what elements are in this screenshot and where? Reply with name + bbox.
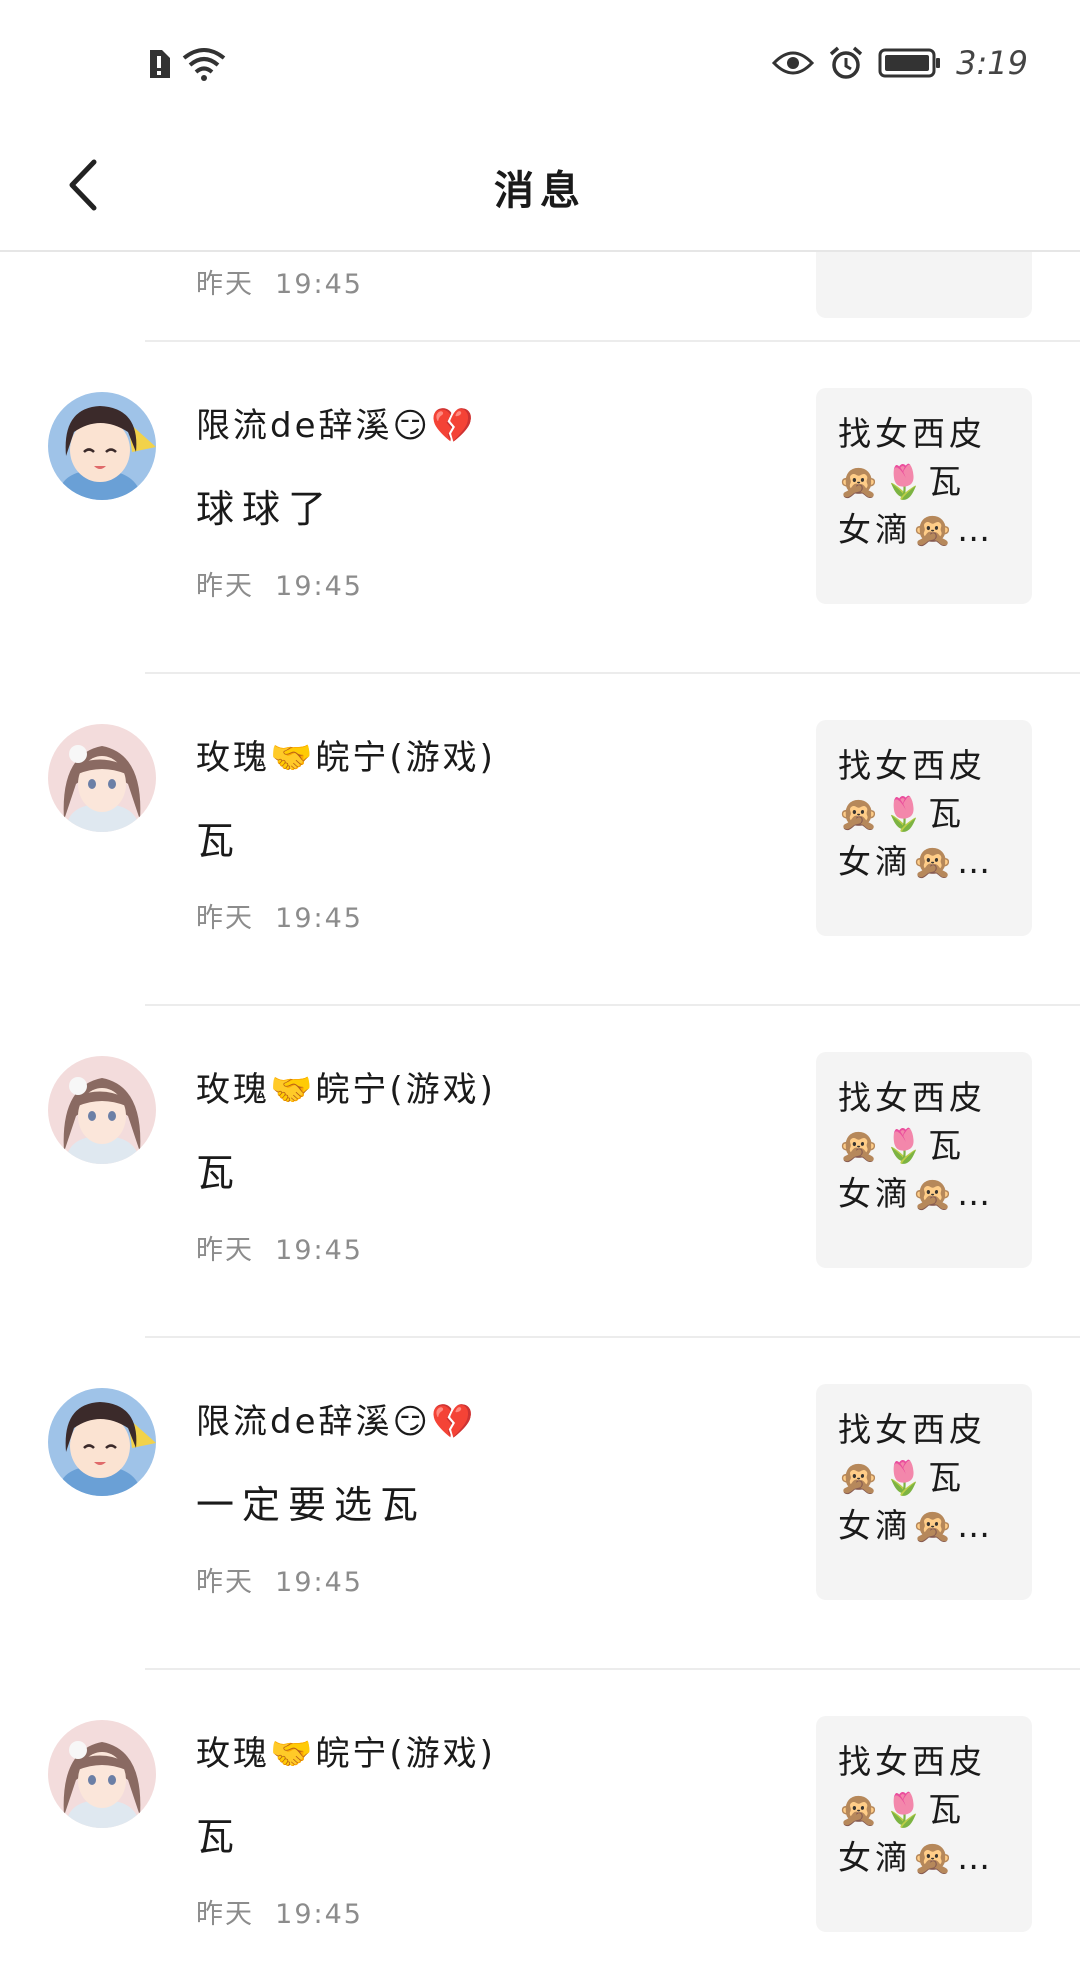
wifi-icon — [182, 48, 226, 81]
status-right: 3:19 — [772, 44, 1028, 82]
contact-name: 玫瑰🤝皖宁(游戏) — [196, 1070, 496, 1110]
item-thumbnail[interactable]: 找女西皮 🙊🌷瓦 女滴🙊… — [816, 1384, 1032, 1600]
avatar[interactable] — [48, 1056, 156, 1164]
list-item-partial[interactable]: 昨天 19:45 — [0, 252, 1080, 340]
list-item[interactable]: 限流de辞溪😏💔 球球了 昨天 19:45 找女西皮 🙊🌷瓦 女滴🙊… — [0, 342, 1080, 672]
item-clock: 19:45 — [275, 571, 363, 602]
header: 消息 — [0, 120, 1080, 252]
item-date: 昨天 — [196, 1567, 254, 1598]
list-item[interactable]: 玫瑰🤝皖宁(游戏) 瓦 昨天 19:45 找女西皮 🙊🌷瓦 女滴🙊… — [0, 674, 1080, 1004]
thumb-line: 找女西皮 — [838, 414, 986, 453]
thumb-line: 找女西皮 — [838, 1742, 986, 1781]
item-thumbnail[interactable]: 找女西皮 🙊🌷瓦 女滴🙊… — [816, 1052, 1032, 1268]
message-preview: 瓦 — [196, 819, 243, 863]
contact-name: 限流de辞溪😏💔 — [196, 406, 477, 446]
thumb-line: 找女西皮 — [838, 1078, 986, 1117]
status-left — [146, 46, 226, 82]
item-date: 昨天 — [196, 269, 254, 300]
avatar[interactable] — [48, 724, 156, 832]
alarm-icon — [830, 46, 863, 79]
item-thumbnail[interactable] — [816, 252, 1032, 318]
thumb-line: 女滴🙊… — [838, 842, 995, 881]
item-time: 昨天 19:45 — [196, 1560, 363, 1599]
thumb-line: 🙊🌷瓦 — [838, 462, 966, 501]
item-time: 昨天 19:45 — [196, 262, 363, 301]
message-preview: 球球了 — [196, 487, 335, 531]
thumb-line: 女滴🙊… — [838, 1174, 995, 1213]
thumb-line: 女滴🙊… — [838, 1838, 995, 1877]
message-preview: 瓦 — [196, 1151, 243, 1195]
list-item[interactable]: 限流de辞溪😏💔 一定要选瓦 昨天 19:45 找女西皮 🙊🌷瓦 女滴🙊… — [0, 1338, 1080, 1668]
item-clock: 19:45 — [275, 1567, 363, 1598]
item-date: 昨天 — [196, 903, 254, 934]
thumb-line: 找女西皮 — [838, 746, 986, 785]
contact-name: 限流de辞溪😏💔 — [196, 1402, 477, 1442]
list-item[interactable]: 玫瑰🤝皖宁(游戏) 瓦 昨天 19:45 找女西皮 🙊🌷瓦 女滴🙊… — [0, 1006, 1080, 1336]
thumb-line: 🙊🌷瓦 — [838, 1790, 966, 1829]
eye-icon — [772, 51, 815, 75]
thumb-line: 🙊🌷瓦 — [838, 1126, 966, 1165]
list-item[interactable]: 玫瑰🤝皖宁(游戏) 瓦 昨天 19:45 找女西皮 🙊🌷瓦 女滴🙊… — [0, 1670, 1080, 1986]
item-thumbnail[interactable]: 找女西皮 🙊🌷瓦 女滴🙊… — [816, 720, 1032, 936]
avatar[interactable] — [48, 1388, 156, 1496]
item-time: 昨天 19:45 — [196, 564, 363, 603]
item-time: 昨天 19:45 — [196, 1892, 363, 1931]
contact-name: 玫瑰🤝皖宁(游戏) — [196, 1734, 496, 1774]
message-preview: 瓦 — [196, 1815, 243, 1859]
avatar[interactable] — [48, 392, 156, 500]
item-clock: 19:45 — [275, 1235, 363, 1266]
item-date: 昨天 — [196, 571, 254, 602]
item-date: 昨天 — [196, 1235, 254, 1266]
item-clock: 19:45 — [275, 269, 363, 300]
page-title: 消息 — [494, 168, 586, 214]
status-time: 3:19 — [956, 44, 1028, 82]
item-thumbnail[interactable]: 找女西皮 🙊🌷瓦 女滴🙊… — [816, 388, 1032, 604]
sim-alert-icon — [150, 50, 170, 78]
item-time: 昨天 19:45 — [196, 896, 363, 935]
contact-name: 玫瑰🤝皖宁(游戏) — [196, 738, 496, 778]
thumb-line: 🙊🌷瓦 — [838, 794, 966, 833]
message-preview: 一定要选瓦 — [196, 1483, 427, 1527]
status-bar: 3:19 — [0, 0, 1080, 120]
item-date: 昨天 — [196, 1899, 254, 1930]
battery-icon — [878, 48, 941, 78]
item-clock: 19:45 — [275, 1899, 363, 1930]
item-clock: 19:45 — [275, 903, 363, 934]
avatar[interactable] — [48, 1720, 156, 1828]
item-thumbnail[interactable]: 找女西皮 🙊🌷瓦 女滴🙊… — [816, 1716, 1032, 1932]
thumb-line: 女滴🙊… — [838, 510, 995, 549]
thumb-line: 找女西皮 — [838, 1410, 986, 1449]
message-list[interactable]: 昨天 19:45 限流de辞溪😏💔 球球了 昨天 19:45 找女西皮 🙊🌷瓦 … — [0, 252, 1080, 1986]
thumb-line: 🙊🌷瓦 — [838, 1458, 966, 1497]
thumb-line: 女滴🙊… — [838, 1506, 995, 1545]
item-time: 昨天 19:45 — [196, 1228, 363, 1267]
